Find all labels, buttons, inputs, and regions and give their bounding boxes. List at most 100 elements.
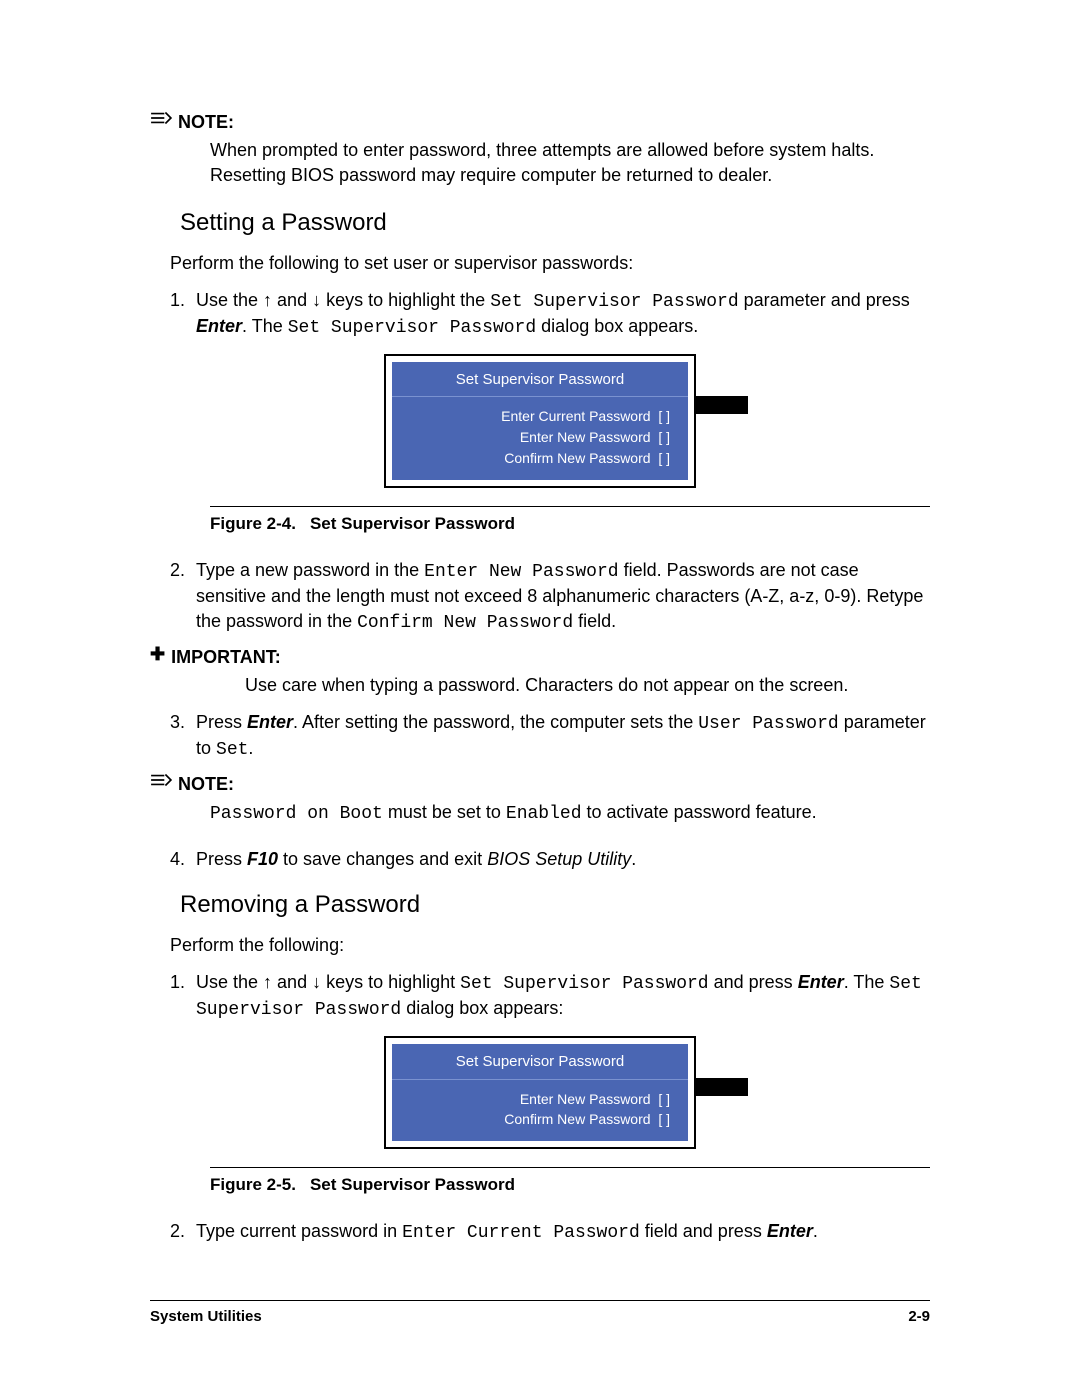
removing-step-1: Use the ↑ and ↓ keys to highlight Set Su… bbox=[190, 970, 930, 1023]
bios-dialog-title: Set Supervisor Password bbox=[392, 1044, 688, 1079]
up-arrow-icon: ↑ bbox=[263, 972, 272, 992]
heading-setting-password: Setting a Password bbox=[180, 207, 930, 239]
code-text: Enabled bbox=[506, 804, 582, 824]
text: . The bbox=[844, 972, 890, 992]
important-label: IMPORTANT: bbox=[171, 645, 281, 669]
text: dialog box appears: bbox=[401, 998, 563, 1018]
bios-line-new: Enter New Password [ ] bbox=[410, 1090, 670, 1109]
bracket: [ ] bbox=[658, 408, 670, 424]
key-enter: Enter bbox=[767, 1221, 813, 1241]
text: and press bbox=[709, 972, 798, 992]
removing-steps-cont: Type current password in Enter Current P… bbox=[170, 1219, 930, 1245]
note-icon bbox=[150, 772, 172, 790]
code-text: Set Supervisor Password bbox=[490, 292, 738, 312]
label: Enter New Password bbox=[520, 428, 651, 447]
setting-intro: Perform the following to set user or sup… bbox=[170, 251, 930, 275]
bracket: [ ] bbox=[658, 429, 670, 445]
page-footer: System Utilities 2-9 bbox=[150, 1300, 930, 1327]
figure-2-5-caption: Figure 2-5. Set Supervisor Password bbox=[210, 1174, 930, 1197]
removing-step-2: Type current password in Enter Current P… bbox=[190, 1219, 930, 1245]
figure-2-5: Set Supervisor Password Enter New Passwo… bbox=[150, 1036, 930, 1149]
italic-text: BIOS Setup Utility bbox=[487, 849, 631, 869]
code-text: Set Supervisor Password bbox=[288, 318, 536, 338]
text: . The bbox=[242, 316, 288, 336]
setting-step-3: Press Enter. After setting the password,… bbox=[190, 710, 930, 763]
bios-line-new: Enter New Password [ ] bbox=[410, 428, 670, 447]
label: Confirm New Password bbox=[504, 1110, 650, 1129]
figure-number: Figure 2-4. bbox=[210, 514, 296, 533]
text: field. bbox=[573, 611, 616, 631]
figure-separator bbox=[210, 506, 930, 507]
bios-dialog-title: Set Supervisor Password bbox=[392, 362, 688, 397]
text: . bbox=[813, 1221, 818, 1241]
important-body: Use care when typing a password. Charact… bbox=[245, 673, 930, 697]
figure-title: Set Supervisor Password bbox=[310, 514, 515, 533]
text: Type current password in bbox=[196, 1221, 402, 1241]
footer-left: System Utilities bbox=[150, 1307, 262, 1327]
code-text: Enter Current Password bbox=[402, 1223, 640, 1243]
bios-dialog-frame: Set Supervisor Password Enter New Passwo… bbox=[384, 1036, 696, 1149]
text: and bbox=[272, 972, 312, 992]
redaction-block bbox=[696, 396, 748, 414]
setting-step-4: Press F10 to save changes and exit BIOS … bbox=[190, 847, 930, 871]
label: Enter Current Password bbox=[501, 407, 650, 426]
text: dialog box appears. bbox=[536, 316, 698, 336]
text: keys to highlight the bbox=[321, 290, 490, 310]
redaction-block bbox=[696, 1078, 748, 1096]
removing-intro: Perform the following: bbox=[170, 933, 930, 957]
text: and bbox=[272, 290, 312, 310]
bios-dialog-frame: Set Supervisor Password Enter Current Pa… bbox=[384, 354, 696, 488]
code-text: Confirm New Password bbox=[357, 613, 573, 633]
bios-line-current: Enter Current Password [ ] bbox=[410, 407, 670, 426]
down-arrow-icon: ↓ bbox=[312, 972, 321, 992]
code-text: Set bbox=[216, 740, 248, 760]
bracket: [ ] bbox=[658, 1111, 670, 1127]
figure-2-4: Set Supervisor Password Enter Current Pa… bbox=[150, 354, 930, 488]
bracket: [ ] bbox=[658, 450, 670, 466]
text: Press bbox=[196, 712, 247, 732]
setting-steps-cont3: Press F10 to save changes and exit BIOS … bbox=[170, 847, 930, 871]
text: keys to highlight bbox=[321, 972, 460, 992]
setting-steps-cont2: Press Enter. After setting the password,… bbox=[170, 710, 930, 763]
text: Use the bbox=[196, 290, 263, 310]
bios-dialog-body: Enter New Password [ ] Confirm New Passw… bbox=[392, 1080, 688, 1142]
bios-line-confirm: Confirm New Password [ ] bbox=[410, 1110, 670, 1129]
setting-steps: Use the ↑ and ↓ keys to highlight the Se… bbox=[170, 288, 930, 341]
note-2-body: Password on Boot must be set to Enabled … bbox=[210, 800, 910, 826]
key-enter: Enter bbox=[798, 972, 844, 992]
footer-page-number: 2-9 bbox=[908, 1307, 930, 1327]
heading-removing-password: Removing a Password bbox=[180, 889, 930, 921]
text: Press bbox=[196, 849, 247, 869]
figure-2-4-caption: Figure 2-4. Set Supervisor Password bbox=[210, 513, 930, 536]
setting-step-1: Use the ↑ and ↓ keys to highlight the Se… bbox=[190, 288, 930, 341]
figure-number: Figure 2-5. bbox=[210, 1175, 296, 1194]
note-1-header: NOTE: bbox=[150, 110, 930, 134]
plus-icon: ✚ bbox=[150, 645, 165, 663]
removing-steps: Use the ↑ and ↓ keys to highlight Set Su… bbox=[170, 970, 930, 1023]
bios-dialog-inner: Set Supervisor Password Enter Current Pa… bbox=[392, 362, 688, 480]
note-1-label: NOTE: bbox=[178, 110, 234, 134]
text: . bbox=[631, 849, 636, 869]
note-2-header: NOTE: bbox=[150, 772, 930, 796]
label: Confirm New Password bbox=[504, 449, 650, 468]
setting-step-2: Type a new password in the Enter New Pas… bbox=[190, 558, 930, 635]
note-2-label: NOTE: bbox=[178, 772, 234, 796]
setting-steps-cont: Type a new password in the Enter New Pas… bbox=[170, 558, 930, 635]
code-text: Password on Boot bbox=[210, 804, 383, 824]
text: parameter and press bbox=[739, 290, 910, 310]
important-header: ✚ IMPORTANT: bbox=[150, 645, 930, 669]
up-arrow-icon: ↑ bbox=[263, 290, 272, 310]
note-icon bbox=[150, 110, 172, 128]
key-f10: F10 bbox=[247, 849, 278, 869]
text: Type a new password in the bbox=[196, 560, 424, 580]
label: Enter New Password bbox=[520, 1090, 651, 1109]
note-1-body: When prompted to enter password, three a… bbox=[210, 138, 910, 187]
figure-title: Set Supervisor Password bbox=[310, 1175, 515, 1194]
text: to save changes and exit bbox=[278, 849, 487, 869]
text: to activate password feature. bbox=[582, 802, 817, 822]
page-content: NOTE: When prompted to enter password, t… bbox=[150, 110, 930, 1256]
text: Use the bbox=[196, 972, 263, 992]
code-text: User Password bbox=[698, 714, 838, 734]
bracket: [ ] bbox=[658, 1091, 670, 1107]
code-text: Enter New Password bbox=[424, 562, 618, 582]
